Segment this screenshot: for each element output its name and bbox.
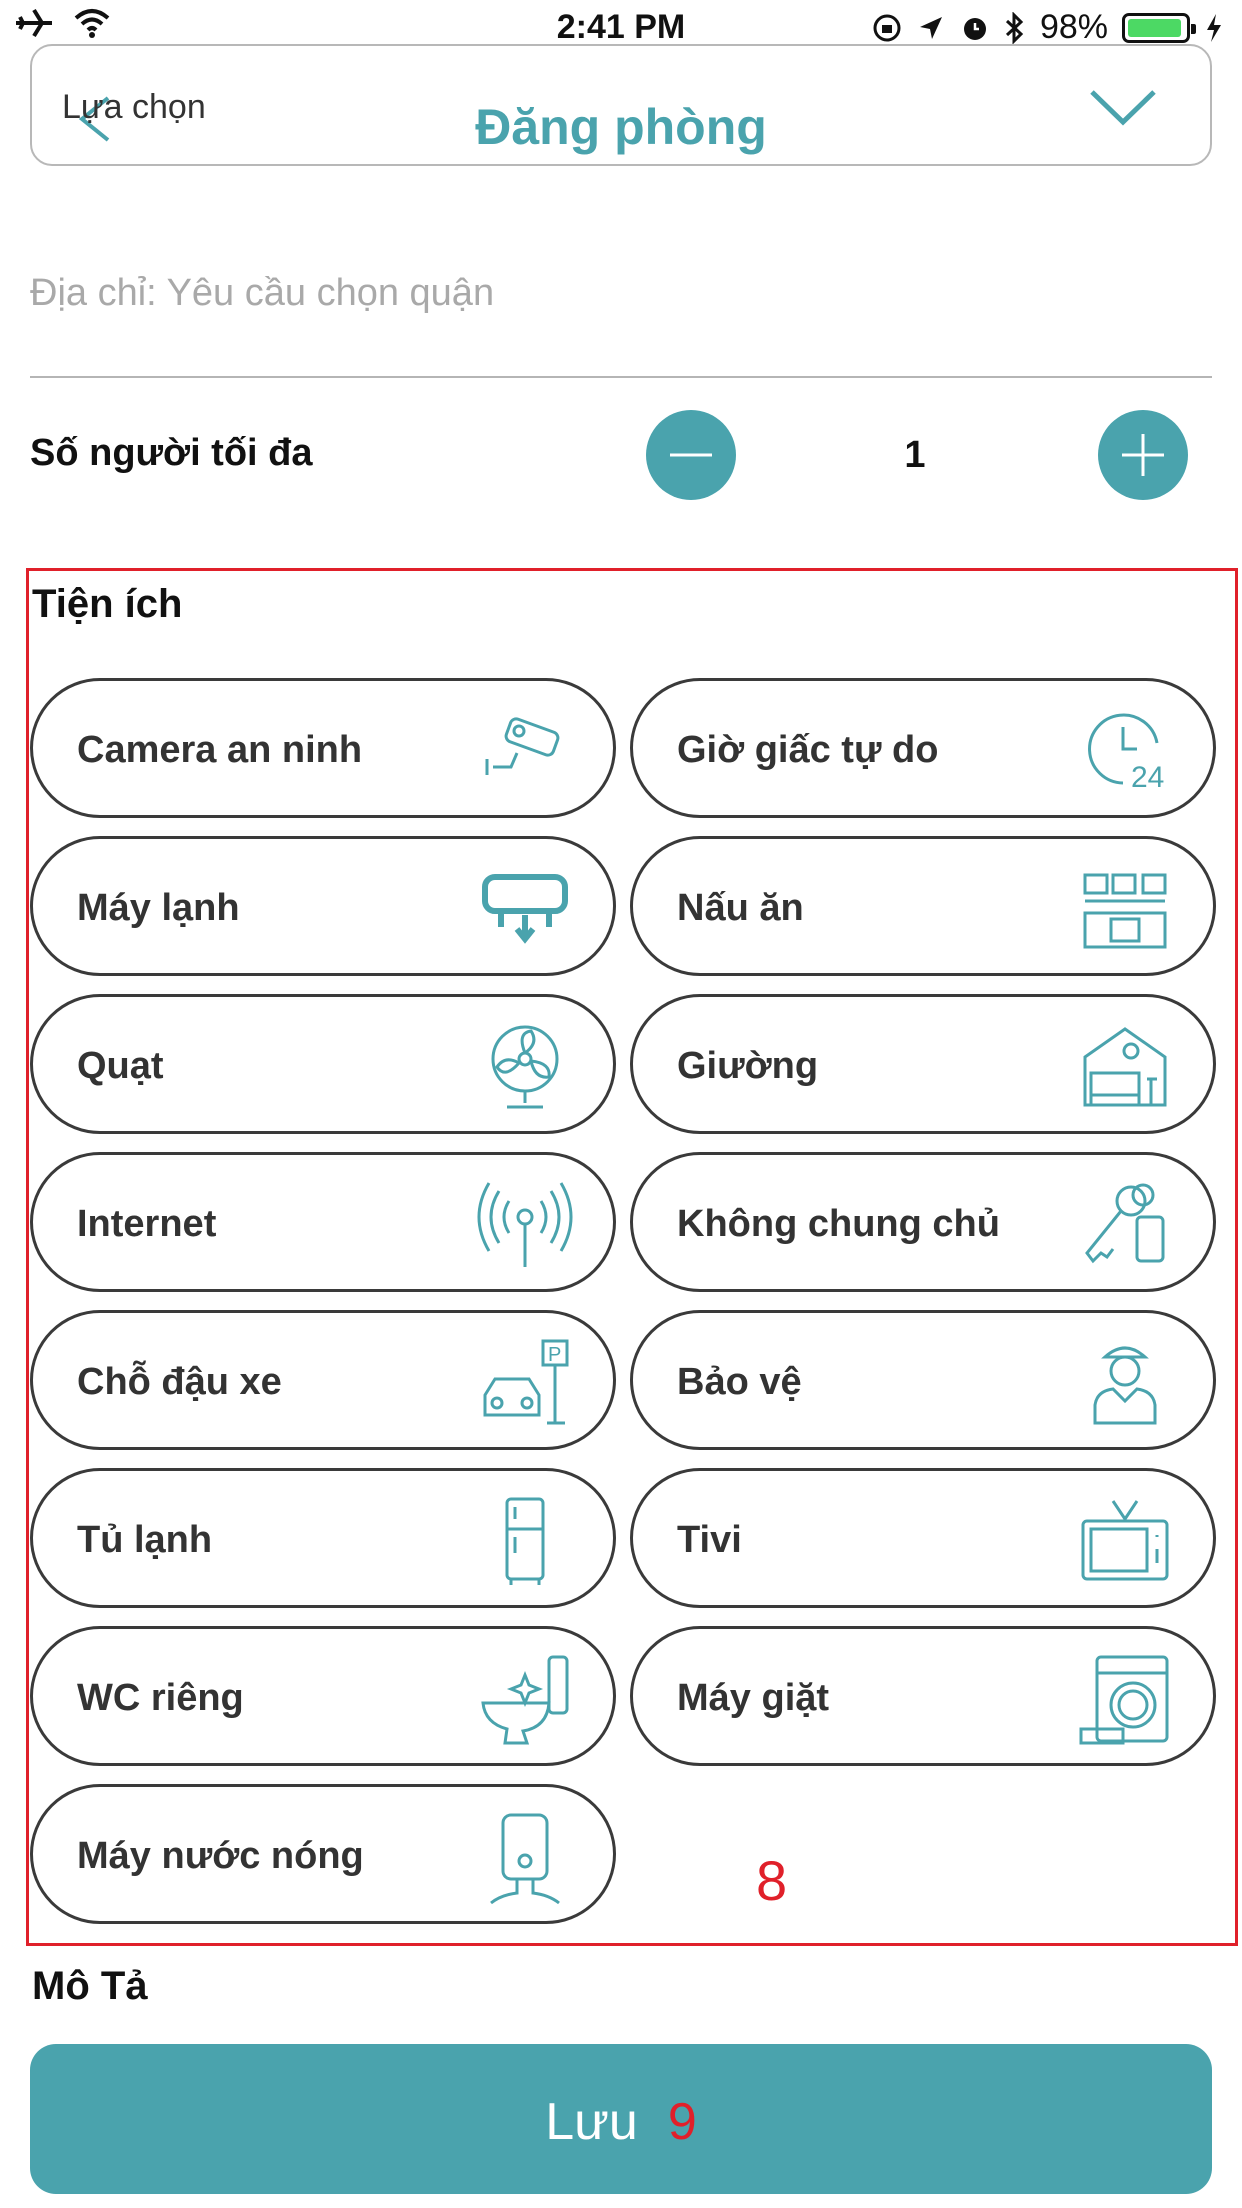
amenity-label: Máy nước nóng: [77, 1835, 364, 1877]
page-title: Đăng phòng: [475, 99, 767, 155]
air-conditioner-icon: [477, 861, 573, 957]
amenity-air-conditioner[interactable]: Máy lạnh: [30, 836, 616, 976]
address-divider: [30, 376, 1212, 378]
amenity-label: Camera an ninh: [77, 729, 363, 771]
amenity-fridge[interactable]: Tủ lạnh: [30, 1468, 616, 1608]
parking-icon: P: [477, 1335, 573, 1431]
amenity-label: Tủ lạnh: [77, 1519, 213, 1561]
amenity-water-heater[interactable]: Máy nước nóng: [30, 1784, 616, 1924]
tv-icon: [1077, 1493, 1173, 1589]
save-button-label: Lưu 9: [545, 2093, 697, 2151]
location-icon: [919, 16, 942, 39]
amenity-label: Quạt: [77, 1045, 164, 1087]
amenity-private-wc[interactable]: WC riêng: [30, 1626, 616, 1766]
description-label: Mô Tả: [32, 1964, 148, 2008]
header-select-box[interactable]: Lựa chọn Đăng phòng: [30, 44, 1212, 166]
max-people-label: Số người tối đa: [30, 432, 313, 474]
amenities-title: Tiện ích: [32, 582, 183, 626]
annotation-marker-save: 9: [667, 2093, 697, 2151]
bluetooth-icon: [1005, 11, 1024, 44]
amenity-free-hours[interactable]: Giờ giấc tự do 24: [630, 678, 1216, 818]
amenity-security-camera[interactable]: Camera an ninh: [30, 678, 616, 818]
keys-icon: [1077, 1177, 1173, 1273]
svg-text:P: P: [548, 1344, 561, 1366]
annotation-marker-amenities: 8: [756, 1849, 788, 1912]
charging-icon: [1207, 13, 1221, 42]
amenity-security-guard[interactable]: Bảo vệ: [630, 1310, 1216, 1450]
save-button[interactable]: Lưu 9: [30, 2044, 1212, 2194]
amenity-tv[interactable]: Tivi: [630, 1468, 1216, 1608]
amenity-cooking[interactable]: Nấu ăn: [630, 836, 1216, 976]
amenity-label: Không chung chủ: [677, 1203, 1000, 1245]
svg-text:24: 24: [1131, 761, 1164, 794]
amenity-label: Máy lạnh: [77, 887, 240, 929]
battery-icon: [1122, 12, 1196, 43]
amenity-label: Tivi: [677, 1519, 742, 1561]
water-heater-icon: [477, 1809, 573, 1905]
increase-button[interactable]: [1098, 410, 1188, 500]
minus-icon: [670, 453, 712, 457]
kitchen-icon: [1077, 861, 1173, 957]
washing-machine-icon: [1077, 1651, 1173, 1747]
amenity-no-landlord[interactable]: Không chung chủ: [630, 1152, 1216, 1292]
amenity-internet[interactable]: Internet: [30, 1152, 616, 1292]
fridge-icon: [477, 1493, 573, 1589]
amenity-bed[interactable]: Giường: [630, 994, 1216, 1134]
antenna-icon: [477, 1177, 573, 1273]
amenity-fan[interactable]: Quạt: [30, 994, 616, 1134]
amenity-label: WC riêng: [77, 1677, 244, 1719]
clock-24-icon: 24: [1077, 703, 1173, 799]
bed-icon: [1077, 1019, 1173, 1115]
amenity-label: Giờ giấc tự do: [677, 729, 939, 771]
max-people-value: 1: [904, 434, 926, 476]
amenity-parking[interactable]: Chỗ đậu xe P: [30, 1310, 616, 1450]
amenity-washing-machine[interactable]: Máy giặt: [630, 1626, 1216, 1766]
address-field[interactable]: Địa chỉ: Yêu cầu chọn quận: [30, 272, 494, 315]
amenity-label: Internet: [77, 1203, 217, 1245]
amenity-label: Máy giặt: [677, 1677, 830, 1719]
security-camera-icon: [477, 703, 573, 799]
plus-icon: [1122, 434, 1164, 476]
amenity-label: Giường: [677, 1045, 819, 1087]
battery-percent: 98%: [1039, 8, 1108, 46]
decrease-button[interactable]: [646, 410, 736, 500]
amenity-label: Chỗ đậu xe: [77, 1361, 282, 1403]
amenity-label: Bảo vệ: [677, 1361, 802, 1403]
toilet-icon: [477, 1651, 573, 1747]
guard-icon: [1077, 1335, 1173, 1431]
alarm-icon: [963, 17, 986, 40]
chevron-down-icon[interactable]: [1088, 84, 1158, 132]
amenity-label: Nấu ăn: [677, 887, 804, 929]
fan-icon: [477, 1019, 573, 1115]
rotation-lock-icon: [873, 14, 901, 41]
status-right: 98%: [872, 8, 1224, 47]
